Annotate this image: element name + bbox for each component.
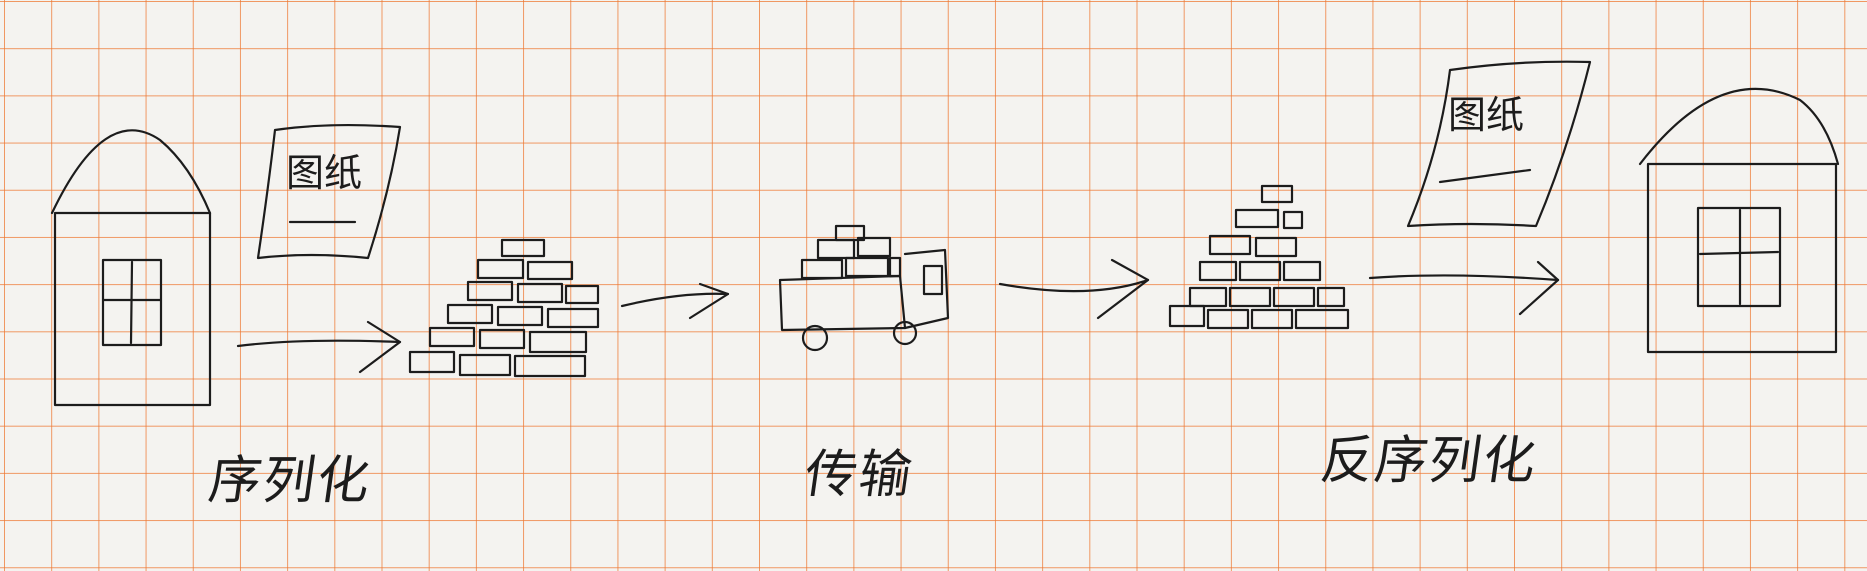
- arrow-4-icon: [1368, 260, 1560, 316]
- house-left-icon: [50, 129, 212, 407]
- label-transport: 传输: [801, 445, 918, 505]
- bricks-right-icon: [1168, 184, 1350, 330]
- arrow-2-icon: [620, 282, 730, 320]
- grid-paper-canvas: 图纸 图纸 序列化 传输 反序列化: [0, 0, 1867, 571]
- arrow-1-icon: [236, 320, 402, 374]
- label-deserialize: 反序列化: [1317, 431, 1542, 491]
- arrow-3-icon: [998, 258, 1150, 320]
- blueprint-left-text: 图纸: [286, 151, 363, 195]
- blueprint-right-text: 图纸: [1448, 93, 1525, 137]
- label-serialize: 序列化: [205, 451, 376, 511]
- bricks-left-icon: [408, 238, 600, 378]
- truck-icon: [778, 224, 950, 352]
- house-right-icon: [1638, 87, 1840, 354]
